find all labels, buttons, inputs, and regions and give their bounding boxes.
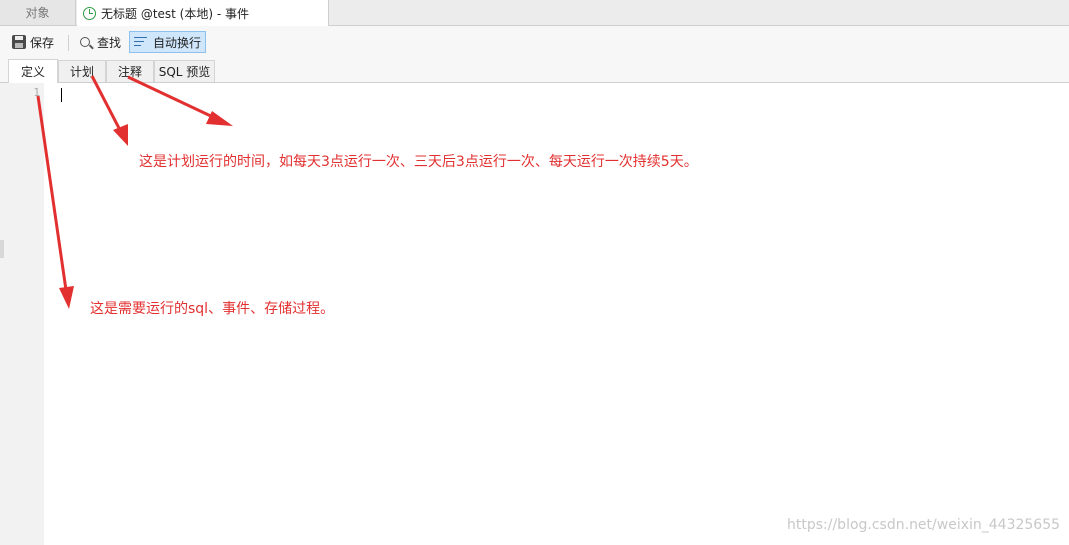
word-wrap-toggle[interactable]: 自动换行 [129, 31, 207, 53]
tab-event-editor-label: 无标题 @test (本地) - 事件 [101, 6, 249, 21]
toolbar-divider [68, 35, 69, 51]
window-tab-bar: 对象 无标题 @test (本地) - 事件 [0, 0, 1069, 26]
plan-annotation: 这是计划运行的时间，如每天3点运行一次、三天后3点运行一次、每天运行一次持续5天… [139, 154, 698, 170]
line-number: 1 [33, 86, 40, 99]
tab-objects-label: 对象 [25, 6, 50, 20]
floppy-disk-icon [12, 35, 26, 49]
word-wrap-icon [134, 36, 149, 49]
clock-icon [83, 6, 96, 20]
find-button[interactable]: 查找 [76, 31, 125, 53]
search-icon [80, 37, 90, 47]
tab-sql-preview-label: SQL 预览 [158, 65, 211, 79]
definition-annotation: 这是需要运行的sql、事件、存储过程。 [90, 301, 335, 317]
save-button[interactable]: 保存 [8, 31, 58, 53]
tab-plan[interactable]: 计划 [58, 60, 106, 82]
save-button-label: 保存 [30, 35, 55, 50]
tab-sql-preview[interactable]: SQL 预览 [154, 60, 215, 82]
tab-comment-label: 注释 [117, 65, 142, 79]
line-number-gutter [0, 83, 44, 545]
tab-definition-label: 定义 [20, 65, 45, 79]
tab-comment[interactable]: 注释 [106, 60, 154, 82]
tab-definition[interactable]: 定义 [8, 59, 58, 83]
toolbar: 保存 查找 自动换行 [0, 26, 1069, 58]
text-caret [61, 88, 62, 102]
tab-event-editor[interactable]: 无标题 @test (本地) - 事件 [77, 0, 329, 26]
find-button-label: 查找 [97, 35, 122, 50]
tab-plan-label: 计划 [69, 65, 94, 79]
editor-tab-bar: 定义 计划 注释 SQL 预览 [0, 58, 1069, 83]
word-wrap-label: 自动换行 [153, 35, 202, 50]
tab-objects[interactable]: 对象 [0, 0, 76, 25]
watermark: https://blog.csdn.net/weixin_44325655 [787, 517, 1061, 533]
splitter-handle[interactable] [0, 240, 4, 258]
